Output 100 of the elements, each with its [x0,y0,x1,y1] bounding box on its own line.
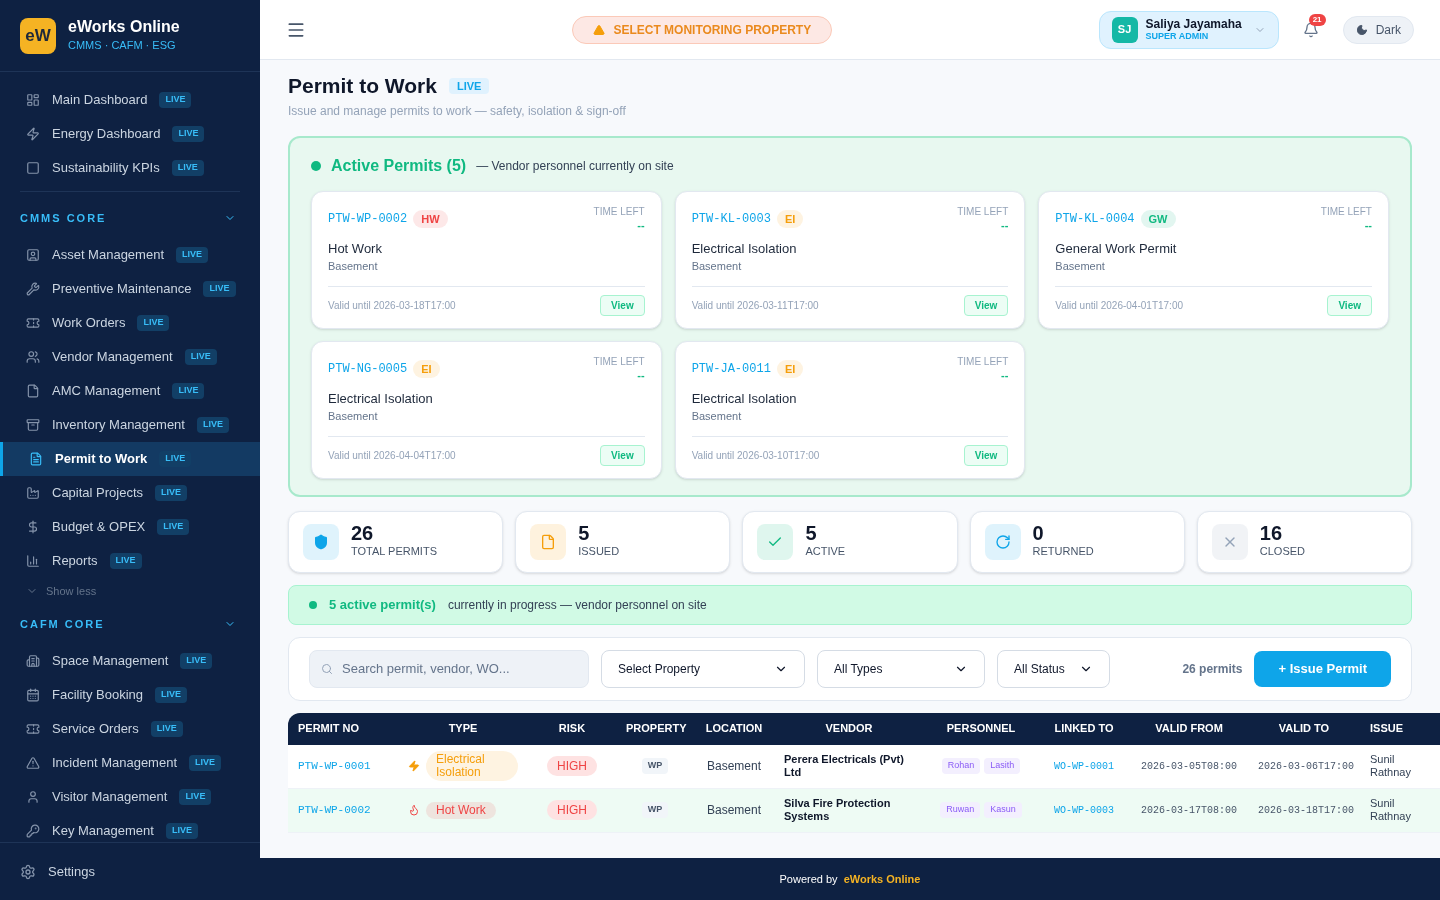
sidebar-item[interactable]: Work Orders LIVE [0,306,260,340]
menu-label: Reports [52,552,98,571]
permit-count: 26 permits [1182,660,1243,678]
menu-item-icon [26,316,40,330]
menu-label: Capital Projects [52,484,144,503]
menu-label: Preventive Maintenance [52,280,192,299]
permit-location: Basement [691,409,743,424]
sidebar-item[interactable]: Inventory Management LIVE [0,408,260,442]
valid-until-text: Valid until 2026-03-11T17:00 [691,298,819,313]
settings-icon [20,863,36,880]
sidebar-item[interactable]: Main Dashboard LIVE [0,83,260,117]
moon-icon [1355,23,1368,36]
menu-item-icon [26,248,40,262]
sidebar-item[interactable]: Budget & OPEX LIVE [0,510,260,544]
column-header: PERSONNEL [945,721,1017,737]
live-tag: LIVE [137,315,170,331]
column-header: TYPE [447,721,479,737]
live-tag: LIVE [159,92,192,108]
live-tag: LIVE [155,485,188,501]
time-left-label: TIME LEFT [593,354,645,369]
sidebar-item[interactable]: Space Management LIVE [0,644,260,678]
permit-title: Electrical Isolation [328,389,434,408]
location-cell-text: Basement [706,802,762,819]
live-tag: LIVE [184,349,217,365]
show-less-toggle[interactable]: Show less [0,578,260,604]
filter-dropdown[interactable]: All Status [997,649,1110,688]
issued-by-cell-text: Sunil Rathnay [1369,797,1412,823]
footer-text: Powered by [779,871,838,887]
location-cell-text: Basement [706,758,762,775]
valid-to-cell-text: 2026-03-06T17:00 [1257,759,1355,774]
section-header[interactable]: CAFM CORE [0,604,260,644]
valid-from-cell-text: 2026-03-17T08:00 [1140,803,1238,818]
live-tag: LIVE [176,247,209,263]
menu-item-icon [26,127,40,141]
menu-label: Budget & OPEX [52,518,146,537]
type-tag: Electrical Isolation [426,751,518,781]
permit-title: Electrical Isolation [691,239,798,258]
page-subtitle: Issue and manage permits to work — safety, isolation & sign-off [288,102,627,120]
sidebar-item[interactable]: AMC Management LIVE [0,374,260,408]
valid-until-text: Valid until 2026-03-18T17:00 [328,298,456,313]
sidebar-item[interactable]: Incident Management LIVE [0,746,260,780]
stat-label: ISSUED [578,544,620,560]
banner-text: currently in progress — vendor personnel on site [447,596,707,614]
sidebar-item[interactable]: Facility Booking LIVE [0,678,260,712]
personnel-tag: Ruwan [940,802,981,818]
permit-location: Basement [328,259,379,274]
notifications-icon[interactable] [1302,21,1319,38]
sidebar-item[interactable]: Asset Management LIVE [0,238,260,272]
sidebar-item[interactable]: Visitor Management LIVE [0,780,260,814]
live-tag: LIVE [448,77,490,94]
theme-toggle-button[interactable]: Dark [1342,15,1414,44]
sidebar-item[interactable]: Vendor Management LIVE [0,340,260,374]
section-header[interactable]: CMMS CORE [0,198,260,238]
live-tag: LIVE [172,126,205,142]
permit-location: Basement [328,409,379,424]
panel-title: Active Permits (5) [331,155,467,176]
valid-until-text: Valid until 2026-04-04T17:00 [328,448,456,463]
live-tag: LIVE [150,721,183,737]
menu-label: Key Management [52,822,154,841]
menu-item-icon [26,756,40,770]
menu-item-icon [26,418,40,432]
sidebar-item[interactable]: Reports LIVE [0,544,260,578]
sidebar-item[interactable]: Permit to Work LIVE [0,442,260,476]
footer-brand[interactable]: eWorks Online [843,870,921,888]
column-header: VENDOR [824,721,874,737]
live-tag: LIVE [157,519,190,535]
menu-item-icon [26,824,40,838]
sidebar-item[interactable]: Preventive Maintenance LIVE [0,272,260,306]
sidebar-item[interactable]: Capital Projects LIVE [0,476,260,510]
menu-label: AMC Management [52,382,161,401]
sidebar-item[interactable]: Energy Dashboard LIVE [0,117,260,151]
sidebar-item[interactable]: Sustainability KPIs LIVE [0,151,260,185]
time-left-value: -- [1001,368,1009,381]
permit-title: General Work Permit [1055,239,1178,258]
valid-from-cell-text: 2026-03-05T08:00 [1140,759,1238,774]
search-icon [321,662,333,675]
search-field[interactable]: Search permit, vendor, WO... [309,649,589,688]
user-menu[interactable]: SJ Saliya Jayamaha SUPER ADMIN [1098,10,1279,49]
column-header: ISSUE [1369,721,1404,737]
sidebar-item[interactable]: Key Management LIVE [0,814,260,842]
menu-item-icon [26,520,40,534]
user-avatar: SJ [1111,16,1138,43]
valid-until-text: Valid until 2026-03-10T17:00 [691,448,820,463]
stat-value: 5 [578,523,591,544]
filter-dropdown[interactable]: Select Property [601,649,805,688]
personnel-tag: Kasun [984,802,1022,818]
live-tag: LIVE [109,553,142,569]
menu-item-icon [26,93,40,107]
menu-item-icon [26,790,40,804]
menu-label: Service Orders [52,720,139,739]
menu-item-icon [26,722,40,736]
type-tag: EI [413,359,440,379]
stat-label: CLOSED [1259,544,1306,560]
valid-to-cell-text: 2026-03-18T17:00 [1257,803,1355,818]
filter-dropdown[interactable]: All Types [817,649,985,688]
issued-by-cell-text: Sunil Rathnay [1369,753,1412,779]
notification-count: 21 [1308,13,1326,26]
sidebar-item[interactable]: Service Orders LIVE [0,712,260,746]
menu-item-icon [26,688,40,702]
valid-until-text: Valid until 2026-04-01T17:00 [1055,298,1183,313]
